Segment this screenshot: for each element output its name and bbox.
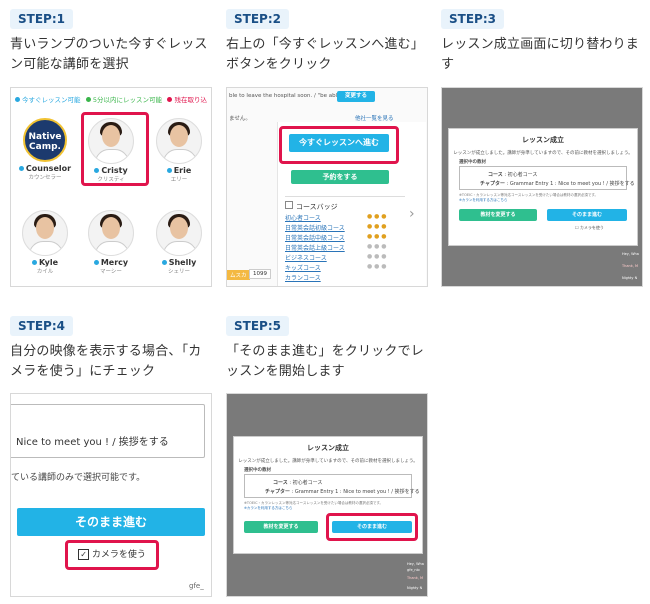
side-text: Hey, Wha: [407, 562, 424, 566]
course-link[interactable]: カランコース: [285, 273, 321, 282]
course-badge-section: コースバッジ 初心者コース 日常英会話初級コース 日常英会話中級コース 日常英会…: [285, 196, 405, 286]
step-badge: STEP:4: [10, 316, 73, 336]
note-link[interactable]: ※カランを利用する方はこちら: [244, 506, 292, 511]
step-1: STEP:1 青いランプのついた今すぐレッスン可能な講師を選択: [10, 8, 208, 75]
material-box: コース : 初心者コース チャプター : Grammar Entry 1 : N…: [459, 166, 635, 190]
count-box: 1099: [249, 269, 271, 279]
availability-legend: 今すぐレッスン可能 5分以内にレッスン可能 残在取り込: [15, 94, 207, 104]
lesson-modal: レッスン成立 レッスンが成立しました。講師が身準していますので、その前に教材を選…: [233, 436, 423, 554]
step-badge: STEP:5: [226, 316, 289, 336]
highlight-frame: [65, 540, 159, 570]
chevron-right-icon[interactable]: ›: [409, 206, 415, 222]
step-2: STEP:2 右上の「今すぐレッスンへ進む」ボタンをクリック: [226, 8, 424, 75]
tutor-avatar: [156, 118, 202, 164]
step-description: 自分の映像を表示する場合、「カメラを使う」にチェック: [10, 344, 202, 379]
tutor-card-mercy[interactable]: Mercy マーシー: [81, 210, 141, 275]
course-link[interactable]: 初心者コース: [285, 213, 321, 222]
tutor-avatar: [22, 210, 68, 256]
available-soon-lamp-icon: [85, 96, 91, 102]
tutor-card-erie[interactable]: Erie エリー: [149, 118, 209, 183]
step-badge: STEP:3: [441, 9, 504, 29]
tutor-avatar: [156, 210, 202, 256]
tutor-card-shelly[interactable]: Shelly シェリー: [149, 210, 209, 275]
tutor-note: ている講師のみで選択可能です。: [11, 473, 146, 483]
tutor-card-kyle[interactable]: Kyle カイル: [15, 210, 75, 275]
native-camp-logo-icon: Native Camp.: [23, 118, 67, 162]
screenshot-camera-option: Nice to meet you ! / 挨拶をする ている講師のみで選択可能で…: [10, 393, 212, 597]
step-4: STEP:4 自分の映像を表示する場合、「カメラを使う」にチェック: [10, 315, 208, 382]
course-link[interactable]: キッズコース: [285, 263, 321, 272]
lamp-icon: [93, 260, 99, 265]
others-link[interactable]: 他社一覧を見る: [355, 114, 394, 122]
modal-message: レッスンが成立しました。講師が身準していますので、その前に教材を選択しましょう。: [238, 459, 418, 464]
course-link[interactable]: 日常英会話上級コース: [285, 243, 345, 252]
course-link[interactable]: ビジネスコース: [285, 253, 327, 262]
step-description: 右上の「今すぐレッスンへ進む」ボタンをクリック: [226, 37, 425, 72]
section-label: 選択中の教材: [459, 160, 486, 165]
screenshot-tutor-detail: ble to leave the hospital soon. / "be ab…: [226, 87, 428, 287]
course-link[interactable]: 日常英会話中級コース: [285, 233, 345, 242]
highlight-frame: [326, 513, 418, 541]
change-material-button[interactable]: 教材を変更する: [244, 521, 318, 533]
change-material-button[interactable]: 教材を変更する: [459, 209, 537, 221]
checkbox-icon: ☐: [575, 225, 579, 230]
step-description: 青いランプのついた今すぐレッスン可能な講師を選択: [10, 37, 208, 72]
chapter-field: Nice to meet you ! / 挨拶をする: [11, 404, 205, 458]
lamp-icon: [161, 260, 167, 265]
step-3: STEP:3 レッスン成立画面に切り替わります: [441, 8, 639, 75]
tutor-avatar: [88, 210, 134, 256]
available-now-lamp-icon: [15, 96, 20, 102]
side-text: Nighty N: [622, 276, 638, 280]
side-text: Nighty N: [407, 586, 423, 590]
medal-icons: ● ● ● ● ● ● ● ● ● ● ● ● ● ● ● ● ● ●: [367, 213, 387, 270]
tag-label: ムスカ: [227, 270, 250, 280]
side-text: Thank, M: [407, 576, 423, 580]
lamp-icon: [31, 260, 37, 265]
lesson-text-line: ble to leave the hospital soon. / "be ab…: [229, 93, 341, 99]
modal-title: レッスン成立: [522, 136, 564, 144]
proceed-button[interactable]: そのまま進む: [547, 209, 627, 221]
step-badge: STEP:2: [226, 9, 289, 29]
sub-text: ません。: [229, 116, 251, 122]
course-link[interactable]: 日常英会話初級コース: [285, 223, 345, 232]
change-button[interactable]: 変更する: [337, 91, 375, 102]
highlight-frame: [279, 126, 399, 164]
badge-icon: [285, 201, 293, 209]
section-label: 選択中の教材: [244, 468, 271, 473]
side-text: gfe_nlo: [407, 568, 420, 572]
lesson-modal: レッスン成立 レッスンが成立しました。講師が身準していますので、その前に教材を選…: [448, 128, 638, 246]
step-description: レッスン成立画面に切り替わります: [441, 37, 640, 72]
material-box: コース : 初心者コース チャプター : Grammar Entry 1 : N…: [244, 474, 420, 498]
busy-lamp-icon: [167, 96, 173, 102]
highlight-frame: [81, 112, 149, 186]
screenshot-tutor-list: 今すぐレッスン可能 5分以内にレッスン可能 残在取り込 Native Camp. …: [10, 87, 212, 287]
reserve-button[interactable]: 予約をする: [291, 170, 389, 184]
corner-text: gfe_: [189, 582, 204, 590]
modal-title: レッスン成立: [307, 444, 349, 452]
note-link[interactable]: ※カランを利用する方はこちら: [459, 198, 507, 203]
tutor-card-counselor[interactable]: Native Camp. Counselor カウンセラー: [15, 118, 75, 181]
lamp-icon: [18, 166, 24, 171]
proceed-button[interactable]: そのまま進む: [17, 508, 205, 536]
side-text: Hey, Wha: [622, 252, 639, 256]
screenshot-lesson-established: レッスン成立 レッスンが成立しました。講師が身準していますので、その前に教材を選…: [441, 87, 643, 287]
step-5: STEP:5 「そのまま進む」をクリックでレッスンを開始します: [226, 315, 424, 382]
screenshot-start-lesson: レッスン成立 レッスンが成立しました。講師が身準していますので、その前に教材を選…: [226, 393, 428, 597]
step-description: 「そのまま進む」をクリックでレッスンを開始します: [226, 344, 425, 379]
modal-message: レッスンが成立しました。講師が身準していますので、その前に教材を選択しましょう。: [453, 151, 633, 156]
step-badge: STEP:1: [10, 9, 73, 29]
lamp-icon: [166, 168, 172, 173]
side-text: Thank, M: [622, 264, 638, 268]
camera-checkbox[interactable]: ☐ カメラを使う: [575, 225, 604, 231]
